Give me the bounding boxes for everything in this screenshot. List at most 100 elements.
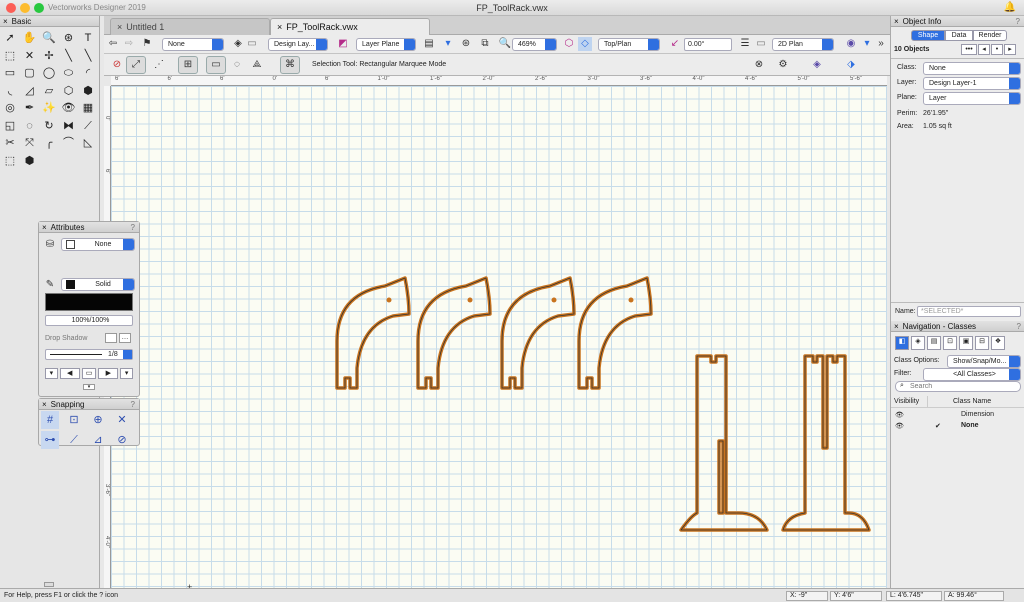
hook-part-4[interactable] <box>577 276 653 390</box>
sheet-layers-icon[interactable]: ▤ <box>927 336 941 350</box>
working-plane-icon[interactable]: ◈ <box>810 58 824 72</box>
fit-to-objects-icon[interactable]: ⊛ <box>459 37 473 51</box>
resize-icon[interactable]: ✕ <box>21 47 39 65</box>
pan-tool-icon[interactable]: ✋ <box>21 29 39 47</box>
start-arrow-button[interactable]: ◀ <box>59 368 80 379</box>
leg-part-2[interactable] <box>781 354 871 532</box>
fillet-tool-icon[interactable]: ╭ <box>40 134 58 152</box>
rotate-plan-icon[interactable]: ↙ <box>668 37 682 51</box>
oval-tool-icon[interactable]: ⬭ <box>60 64 78 82</box>
view-dropdown[interactable]: Top/Plan <box>598 38 660 51</box>
rounded-rect-icon[interactable]: ▢ <box>21 64 39 82</box>
eye-icon[interactable]: 👁 <box>895 411 904 419</box>
leg-part-1[interactable] <box>679 354 769 532</box>
render-mode-dropdown[interactable]: 2D Plan <box>772 38 834 51</box>
drawing-canvas[interactable]: + <box>111 86 887 588</box>
hook-part-2[interactable] <box>416 276 492 390</box>
forward-arrow-icon[interactable]: ⇨ <box>122 37 136 51</box>
tab-untitled-1[interactable]: × Untitled 1 <box>110 18 270 35</box>
class-options-dropdown[interactable]: Show/Snap/Mo... <box>947 355 1021 368</box>
current-object-button[interactable]: • <box>991 44 1003 55</box>
attributes-collapse-icon[interactable]: ▾ <box>83 384 95 390</box>
line-tool-icon[interactable]: ╲ <box>60 47 78 65</box>
snap-to-surface-icon[interactable]: ⊘ <box>113 431 131 449</box>
snap-selection-mode-button[interactable]: ⤢ <box>126 56 146 74</box>
snap-to-object-icon[interactable]: ⊡ <box>65 411 83 429</box>
design-layers-icon[interactable]: ◈ <box>911 336 925 350</box>
symbols-icon[interactable]: ❖ <box>991 336 1005 350</box>
magic-wand-icon[interactable]: ✨ <box>40 99 58 117</box>
object-options-button[interactable]: ••• <box>961 44 977 55</box>
page-icon[interactable]: ▤ <box>422 37 436 51</box>
fit-to-page-icon[interactable]: ⧉ <box>478 37 492 51</box>
filter-dropdown[interactable]: <All Classes> <box>923 368 1021 381</box>
arc-tool-icon[interactable]: ◜ <box>79 64 97 82</box>
text-tool-icon[interactable]: T <box>79 29 97 47</box>
rotate-tool-icon[interactable]: ↻ <box>40 117 58 135</box>
active-plane-dropdown[interactable]: Layer Plane <box>356 38 416 51</box>
eye-icon[interactable]: 👁 <box>895 422 904 430</box>
snap-to-grid-icon[interactable]: # <box>41 411 59 429</box>
drop-shadow-toggle[interactable] <box>105 333 117 343</box>
class-visibility-icon[interactable]: ⚑ <box>140 37 154 51</box>
polygon-marquee-icon[interactable]: ⟁ <box>250 58 264 72</box>
polygon-tool-icon[interactable]: ▱ <box>40 82 58 100</box>
circle-tool-icon[interactable]: ◯ <box>40 64 58 82</box>
more-options-icon[interactable]: » <box>874 37 888 51</box>
smart-edge-icon[interactable]: ⟋ <box>65 431 83 449</box>
marker-style-button[interactable]: ▭ <box>81 368 97 379</box>
hook-part-1[interactable] <box>335 276 411 390</box>
render-dropdown-icon[interactable]: ▾ <box>860 37 874 51</box>
zoom-icon[interactable]: 🔍 <box>498 37 512 51</box>
freehand-icon[interactable]: ◿ <box>21 82 39 100</box>
snap-to-intersection-icon[interactable]: ✕ <box>113 411 131 429</box>
gear-icon[interactable]: ⚙ <box>776 58 790 72</box>
page-dropdown-icon[interactable]: ▾ <box>441 37 455 51</box>
tab-fp-toolrack[interactable]: × FP_ToolRack.vwx <box>270 18 430 35</box>
viewports-icon[interactable]: ⊡ <box>943 336 957 350</box>
view-cube-icon[interactable]: ⬡ <box>562 37 576 51</box>
end-arrow-button[interactable]: ▶ <box>98 368 119 379</box>
class-row[interactable]: 👁 ✔ None <box>891 421 1024 432</box>
hook-part-3[interactable] <box>500 276 576 390</box>
tab-data[interactable]: Data <box>945 30 973 41</box>
bell-icon[interactable]: 🔔 <box>1004 2 1016 13</box>
layer-stack-icon[interactable]: ☰ <box>738 37 752 51</box>
attribute-mapping-icon[interactable]: ◱ <box>1 117 19 135</box>
rectangle-marquee-icon[interactable]: ⬚ <box>1 47 19 65</box>
double-line-icon[interactable]: ╲ <box>79 47 97 65</box>
snap-loupe-icon[interactable]: ⊗ <box>752 58 766 72</box>
line-weight-dropdown[interactable]: 1/8 <box>45 349 133 360</box>
lasso-marquee-icon[interactable]: ◌ <box>230 58 244 72</box>
tab-render[interactable]: Render <box>973 30 1007 41</box>
split-tool-icon[interactable]: ⟋ <box>79 117 97 135</box>
layer-stack-options-icon[interactable]: ▭ <box>754 37 768 51</box>
class-search-field[interactable]: ⌕ <box>895 381 1021 392</box>
next-object-button[interactable]: ▸ <box>1004 44 1016 55</box>
double-polygon-icon[interactable]: ⬡ <box>60 82 78 100</box>
eyedropper-icon[interactable]: ✒ <box>21 99 39 117</box>
palette-expand-icon[interactable] <box>44 582 54 587</box>
drop-shadow-options[interactable]: … <box>119 333 131 343</box>
disable-selection-icon[interactable]: ⊘ <box>110 58 124 72</box>
object-layer-dropdown[interactable]: Design Layer-1 <box>923 77 1021 90</box>
top-plan-icon[interactable]: ◇ <box>578 37 592 51</box>
trim-tool-icon[interactable]: ✂ <box>1 134 19 152</box>
mirror-tool-icon[interactable]: ⧓ <box>60 117 78 135</box>
plane-mode-icon[interactable]: ⬗ <box>844 58 858 72</box>
regular-polygon-icon[interactable]: ⬢ <box>79 82 97 100</box>
zoom-dropdown[interactable]: 469% <box>512 38 557 51</box>
classes-view-icon[interactable]: ◧ <box>895 336 909 350</box>
tab-shape[interactable]: Shape <box>911 30 945 41</box>
rectangular-marquee-button[interactable]: ▭ <box>206 56 226 74</box>
visibility-tool-icon[interactable]: 👁 <box>60 99 78 117</box>
opacity-field[interactable]: 100%/100% <box>45 315 133 326</box>
render-sphere-icon[interactable]: ◉ <box>844 37 858 51</box>
offset-tool-icon[interactable]: ⌒ <box>60 134 78 152</box>
reshape-tool-icon[interactable]: ◌ <box>21 117 39 135</box>
rectangle-tool-icon[interactable]: ▭ <box>1 64 19 82</box>
handles-mode-icon[interactable]: ⋰ <box>152 58 166 72</box>
end-marker-toggle[interactable]: ▾ <box>120 368 133 379</box>
zoom-tool-icon[interactable]: 🔍 <box>40 29 58 47</box>
connect-tool-icon[interactable]: ⤧ <box>21 134 39 152</box>
